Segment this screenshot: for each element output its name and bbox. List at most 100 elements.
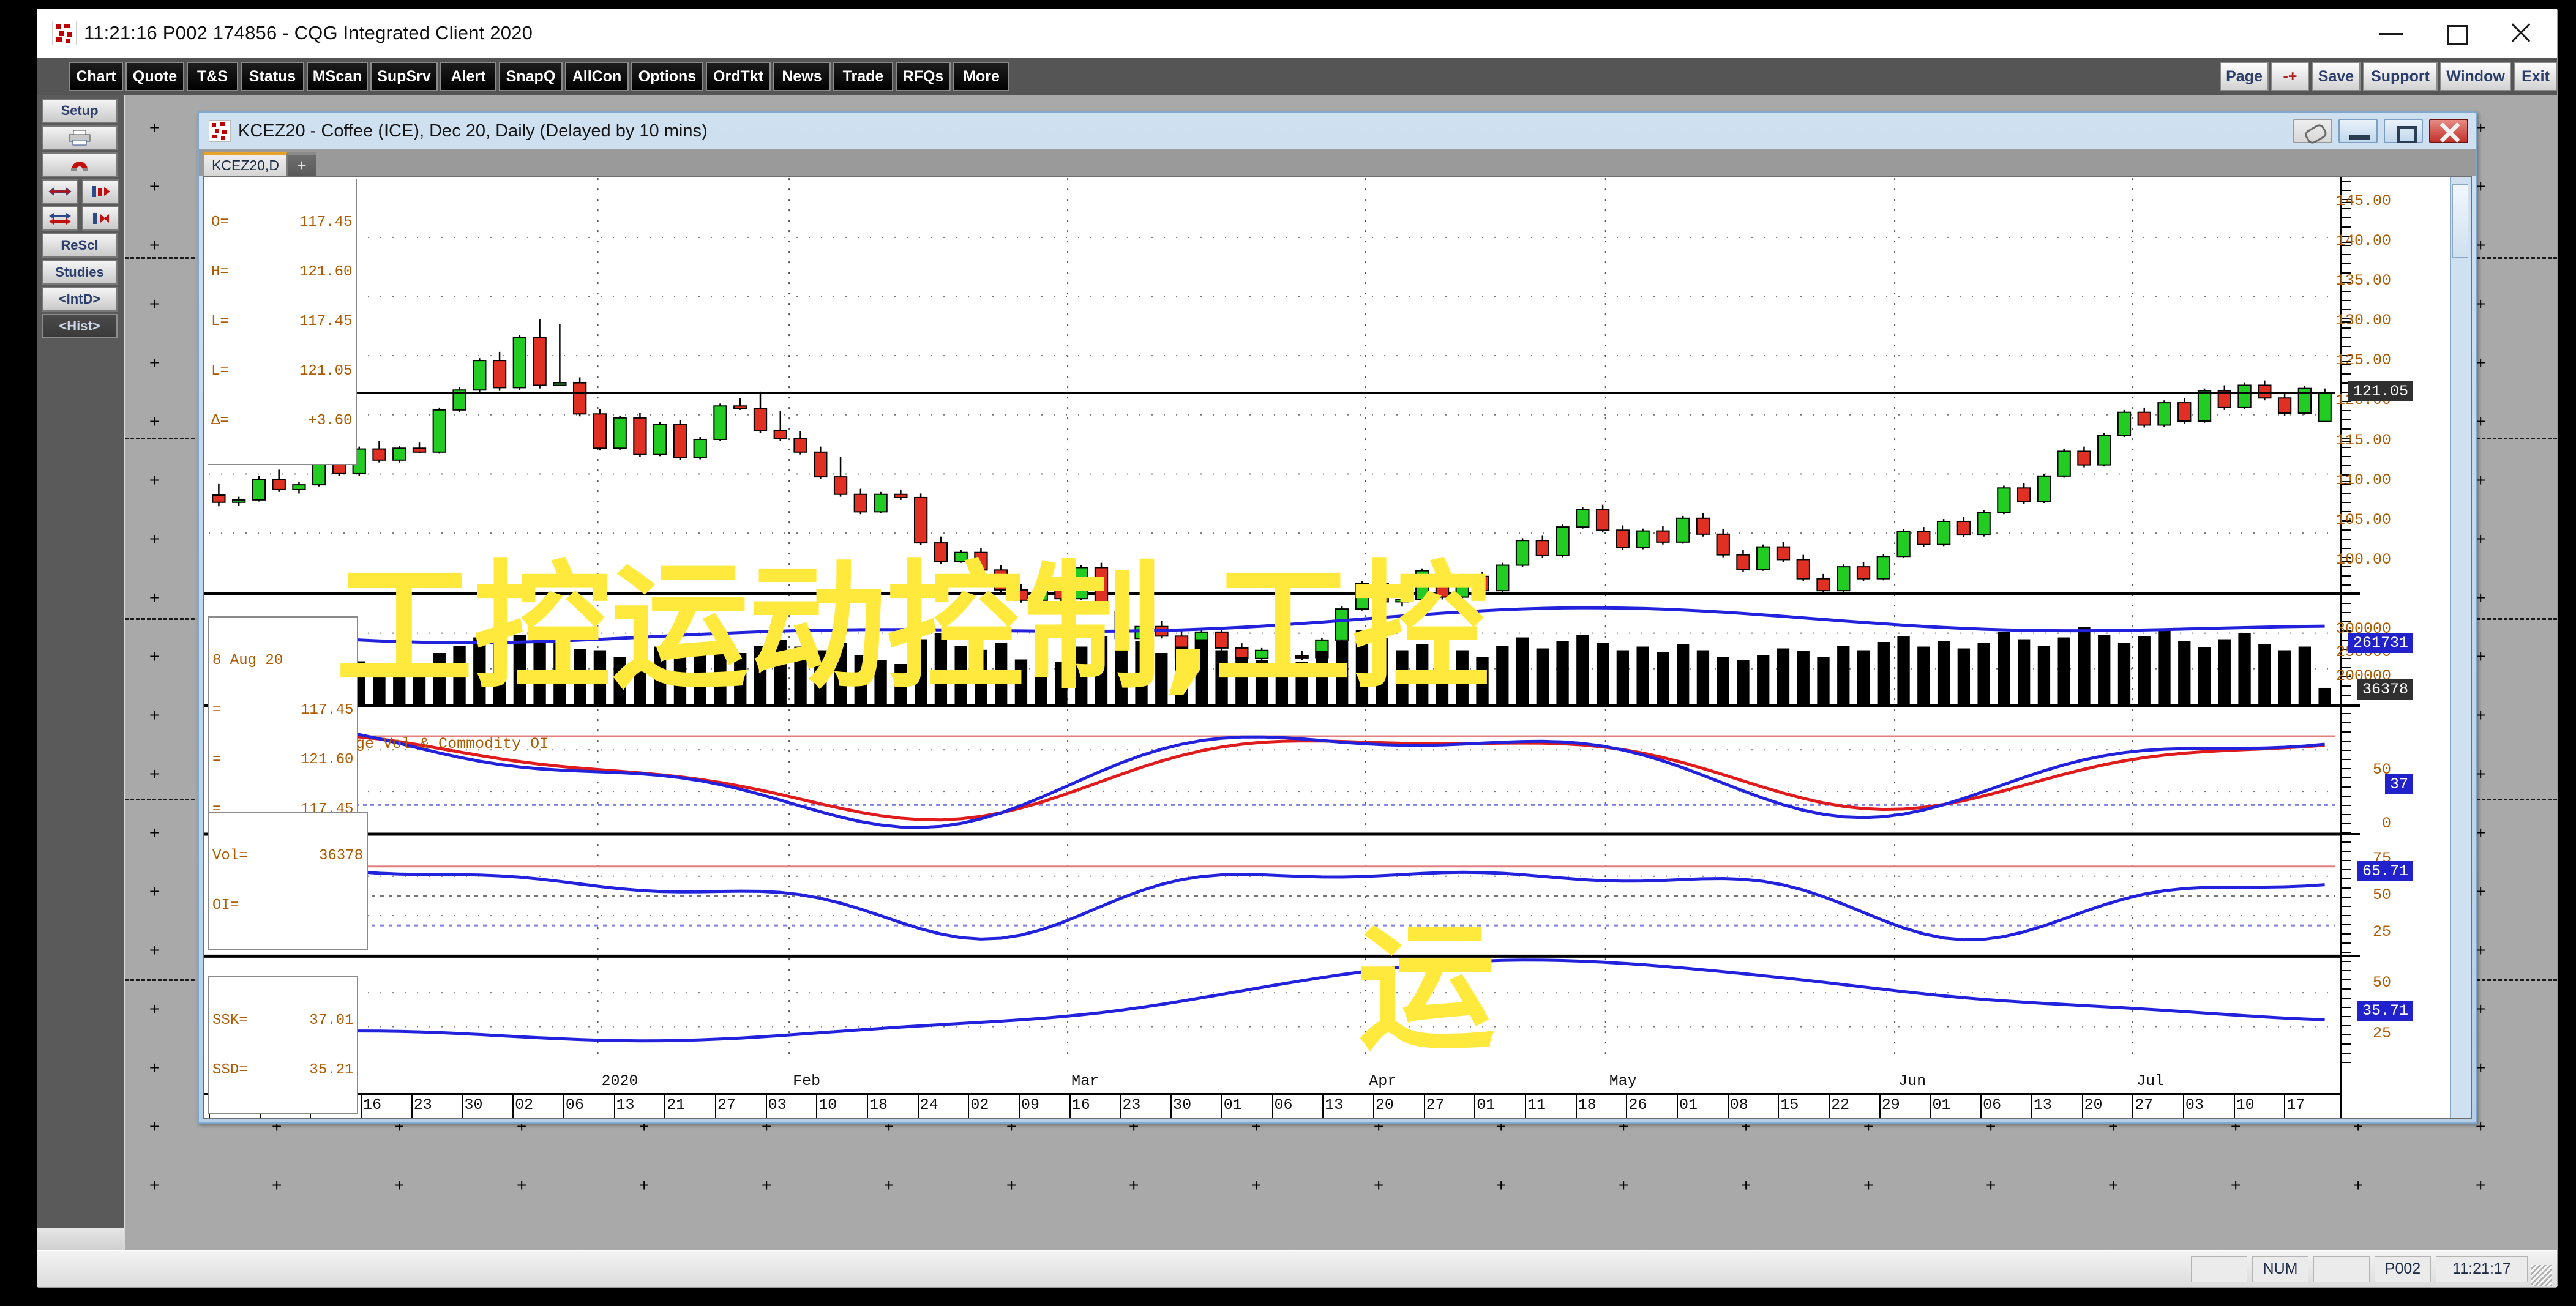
x-axis: 2020FebMarAprMayJunJulAug 25020916233002… — [204, 1071, 2340, 1118]
price-current-label: 121.05 — [2348, 381, 2413, 401]
toolbar-button-chart[interactable]: Chart — [69, 62, 123, 91]
desktop-grid-mark: + — [517, 1176, 527, 1195]
sstoch-info-box: SSK= 37.01 SSD= 35.21 — [208, 976, 359, 1114]
hvol-tick-25: 25 — [2372, 1024, 2391, 1042]
desktop-grid-mark: + — [149, 588, 160, 607]
axis-tick — [2342, 1016, 2351, 1017]
delta-label: Δ= — [211, 412, 229, 429]
toolbar-button-options[interactable]: Options — [631, 62, 703, 91]
sidebar-button-hist[interactable]: <Hist> — [42, 314, 118, 338]
x-axis-day-label: 23 — [1122, 1096, 1141, 1114]
price-tick-105-00: 105.00 — [2335, 510, 2391, 529]
toolbar-button-mscan[interactable]: MScan — [307, 62, 368, 91]
bar-align-right-icon[interactable] — [82, 179, 119, 204]
toolbar-button-alert[interactable]: Alert — [440, 62, 496, 91]
price-tick-110-00: 110.00 — [2335, 471, 2391, 489]
axis-tick — [2342, 952, 2351, 953]
desktop-grid-mark: + — [149, 118, 160, 137]
axis-tick — [2342, 242, 2351, 244]
double-arrow-icon[interactable] — [42, 206, 78, 231]
axis-tick — [2342, 282, 2351, 283]
maximize-icon[interactable] — [2442, 19, 2470, 47]
chart-vertical-scrollbar[interactable] — [2450, 177, 2471, 1118]
sidebar-button-rescl[interactable]: ReScl — [42, 233, 118, 258]
high-value: 121.60 — [299, 264, 353, 280]
toolbar-button-allcon[interactable]: AllCon — [565, 62, 629, 91]
axis-tick — [2342, 309, 2351, 310]
zoom-toggle-icon[interactable]: -+ — [2271, 62, 2309, 91]
axis-tick — [2342, 291, 2351, 292]
desktop-grid-mark: + — [149, 706, 160, 725]
x-axis-month-label: Jul — [2136, 1072, 2165, 1090]
chart-window[interactable]: KCEZ20 - Coffee (ICE), Dec 20, Daily (De… — [197, 111, 2477, 1124]
toolbar-button-snapq[interactable]: SnapQ — [499, 62, 563, 91]
resize-grip[interactable] — [2531, 1265, 2552, 1286]
axis-tick — [2342, 841, 2351, 843]
plot-area[interactable]: O= 117.45 H= 121.60 L= 117.45 L= 121.05 … — [204, 177, 2340, 1118]
arrow-left-right-icon[interactable] — [42, 179, 78, 204]
x-axis-month-label: May — [1609, 1072, 1637, 1090]
axis-tick — [2342, 942, 2351, 944]
axis-tick — [2342, 1053, 2351, 1054]
status-cell-user: P002 — [2375, 1256, 2431, 1282]
close-icon[interactable] — [2507, 19, 2535, 47]
chart-minimize-icon[interactable] — [2338, 119, 2378, 143]
axis-tick — [2342, 584, 2351, 586]
axis-tick — [2342, 520, 2351, 522]
cqg-chart-icon — [209, 120, 231, 142]
toolbar-button-more[interactable]: More — [953, 62, 1009, 91]
toolbar-button-rfqs[interactable]: RFQs — [896, 62, 951, 91]
main-toolbar: Chart Quote T&S Status MScan SupSrv Aler… — [37, 57, 2558, 95]
toolbar-button-window[interactable]: Window — [2440, 62, 2511, 91]
toolbar-button-ts[interactable]: T&S — [187, 62, 238, 91]
scrollbar-thumb[interactable] — [2452, 184, 2468, 258]
price-tick-145-00: 145.00 — [2335, 192, 2391, 211]
desktop-grid-mark: + — [394, 1176, 405, 1195]
minimize-icon[interactable] — [2377, 19, 2405, 47]
x-axis-day-label: 06 — [1274, 1096, 1293, 1114]
window-titlebar: 11:21:16 P002 174856 - CQG Integrated Cl… — [37, 9, 2557, 57]
x-axis-day-label: 10 — [818, 1096, 837, 1114]
x-axis-month-label: Jun — [1898, 1072, 1926, 1090]
x-axis-day-label: 11 — [1527, 1096, 1546, 1114]
x-axis-month-label: Mar — [1071, 1072, 1099, 1090]
desktop-grid-mark: + — [272, 1176, 282, 1195]
sidebar-button-setup[interactable]: Setup — [42, 99, 118, 123]
x-axis-day-label: 03 — [2185, 1096, 2204, 1114]
toolbar-button-supsrv[interactable]: SupSrv — [370, 62, 438, 91]
toolbar-button-page[interactable]: Page — [2220, 62, 2269, 91]
chart-close-icon[interactable] — [2429, 119, 2468, 143]
sidebar-button-studies[interactable]: Studies — [42, 260, 118, 285]
window-title: 11:21:16 P002 174856 - CQG Integrated Cl… — [84, 22, 533, 43]
axis-tick — [2342, 190, 2351, 191]
low-label: L= — [211, 313, 229, 330]
magnet-icon[interactable] — [42, 152, 118, 177]
toolbar-button-quote[interactable]: Quote — [125, 62, 184, 91]
tab-kcez20-d[interactable]: KCEZ20,D — [204, 152, 287, 176]
sidebar-button-intd[interactable]: <IntD> — [42, 287, 118, 312]
toolbar-button-exit[interactable]: Exit — [2514, 62, 2558, 91]
axis-tick — [2342, 592, 2360, 595]
desktop-grid-mark: + — [2353, 1176, 2364, 1195]
chart-maximize-icon[interactable] — [2384, 119, 2423, 143]
toolbar-button-ordtkt[interactable]: OrdTkt — [706, 62, 771, 91]
workspace: + + + + + + + + + + + + + + + + + + + + + + + + + + + + + + + + + + + + + + + +… — [125, 95, 2557, 1250]
axis-tick — [2342, 695, 2351, 696]
desktop-grid-mark: + — [149, 999, 160, 1018]
add-tab-button[interactable]: + — [286, 152, 316, 176]
axis-tick — [2342, 796, 2351, 797]
printer-icon[interactable] — [42, 125, 118, 150]
x-axis-day-label: 27 — [717, 1096, 736, 1114]
price-axis[interactable]: 145.00140.00135.00130.00125.00120.00115.… — [2336, 177, 2450, 1118]
toolbar-button-news[interactable]: News — [773, 62, 831, 91]
restore-small-icon[interactable] — [2293, 119, 2332, 143]
axis-tick — [2342, 897, 2351, 898]
axis-tick — [2342, 456, 2351, 457]
x-axis-day-label: 23 — [413, 1096, 432, 1114]
toolbar-button-trade[interactable]: Trade — [833, 62, 893, 91]
toolbar-button-save[interactable]: Save — [2312, 62, 2361, 91]
toolbar-button-status[interactable]: Status — [241, 62, 304, 91]
x-axis-day-label: 26 — [1628, 1096, 1647, 1114]
bar-split-icon[interactable] — [82, 206, 119, 231]
toolbar-button-support[interactable]: Support — [2363, 62, 2438, 91]
